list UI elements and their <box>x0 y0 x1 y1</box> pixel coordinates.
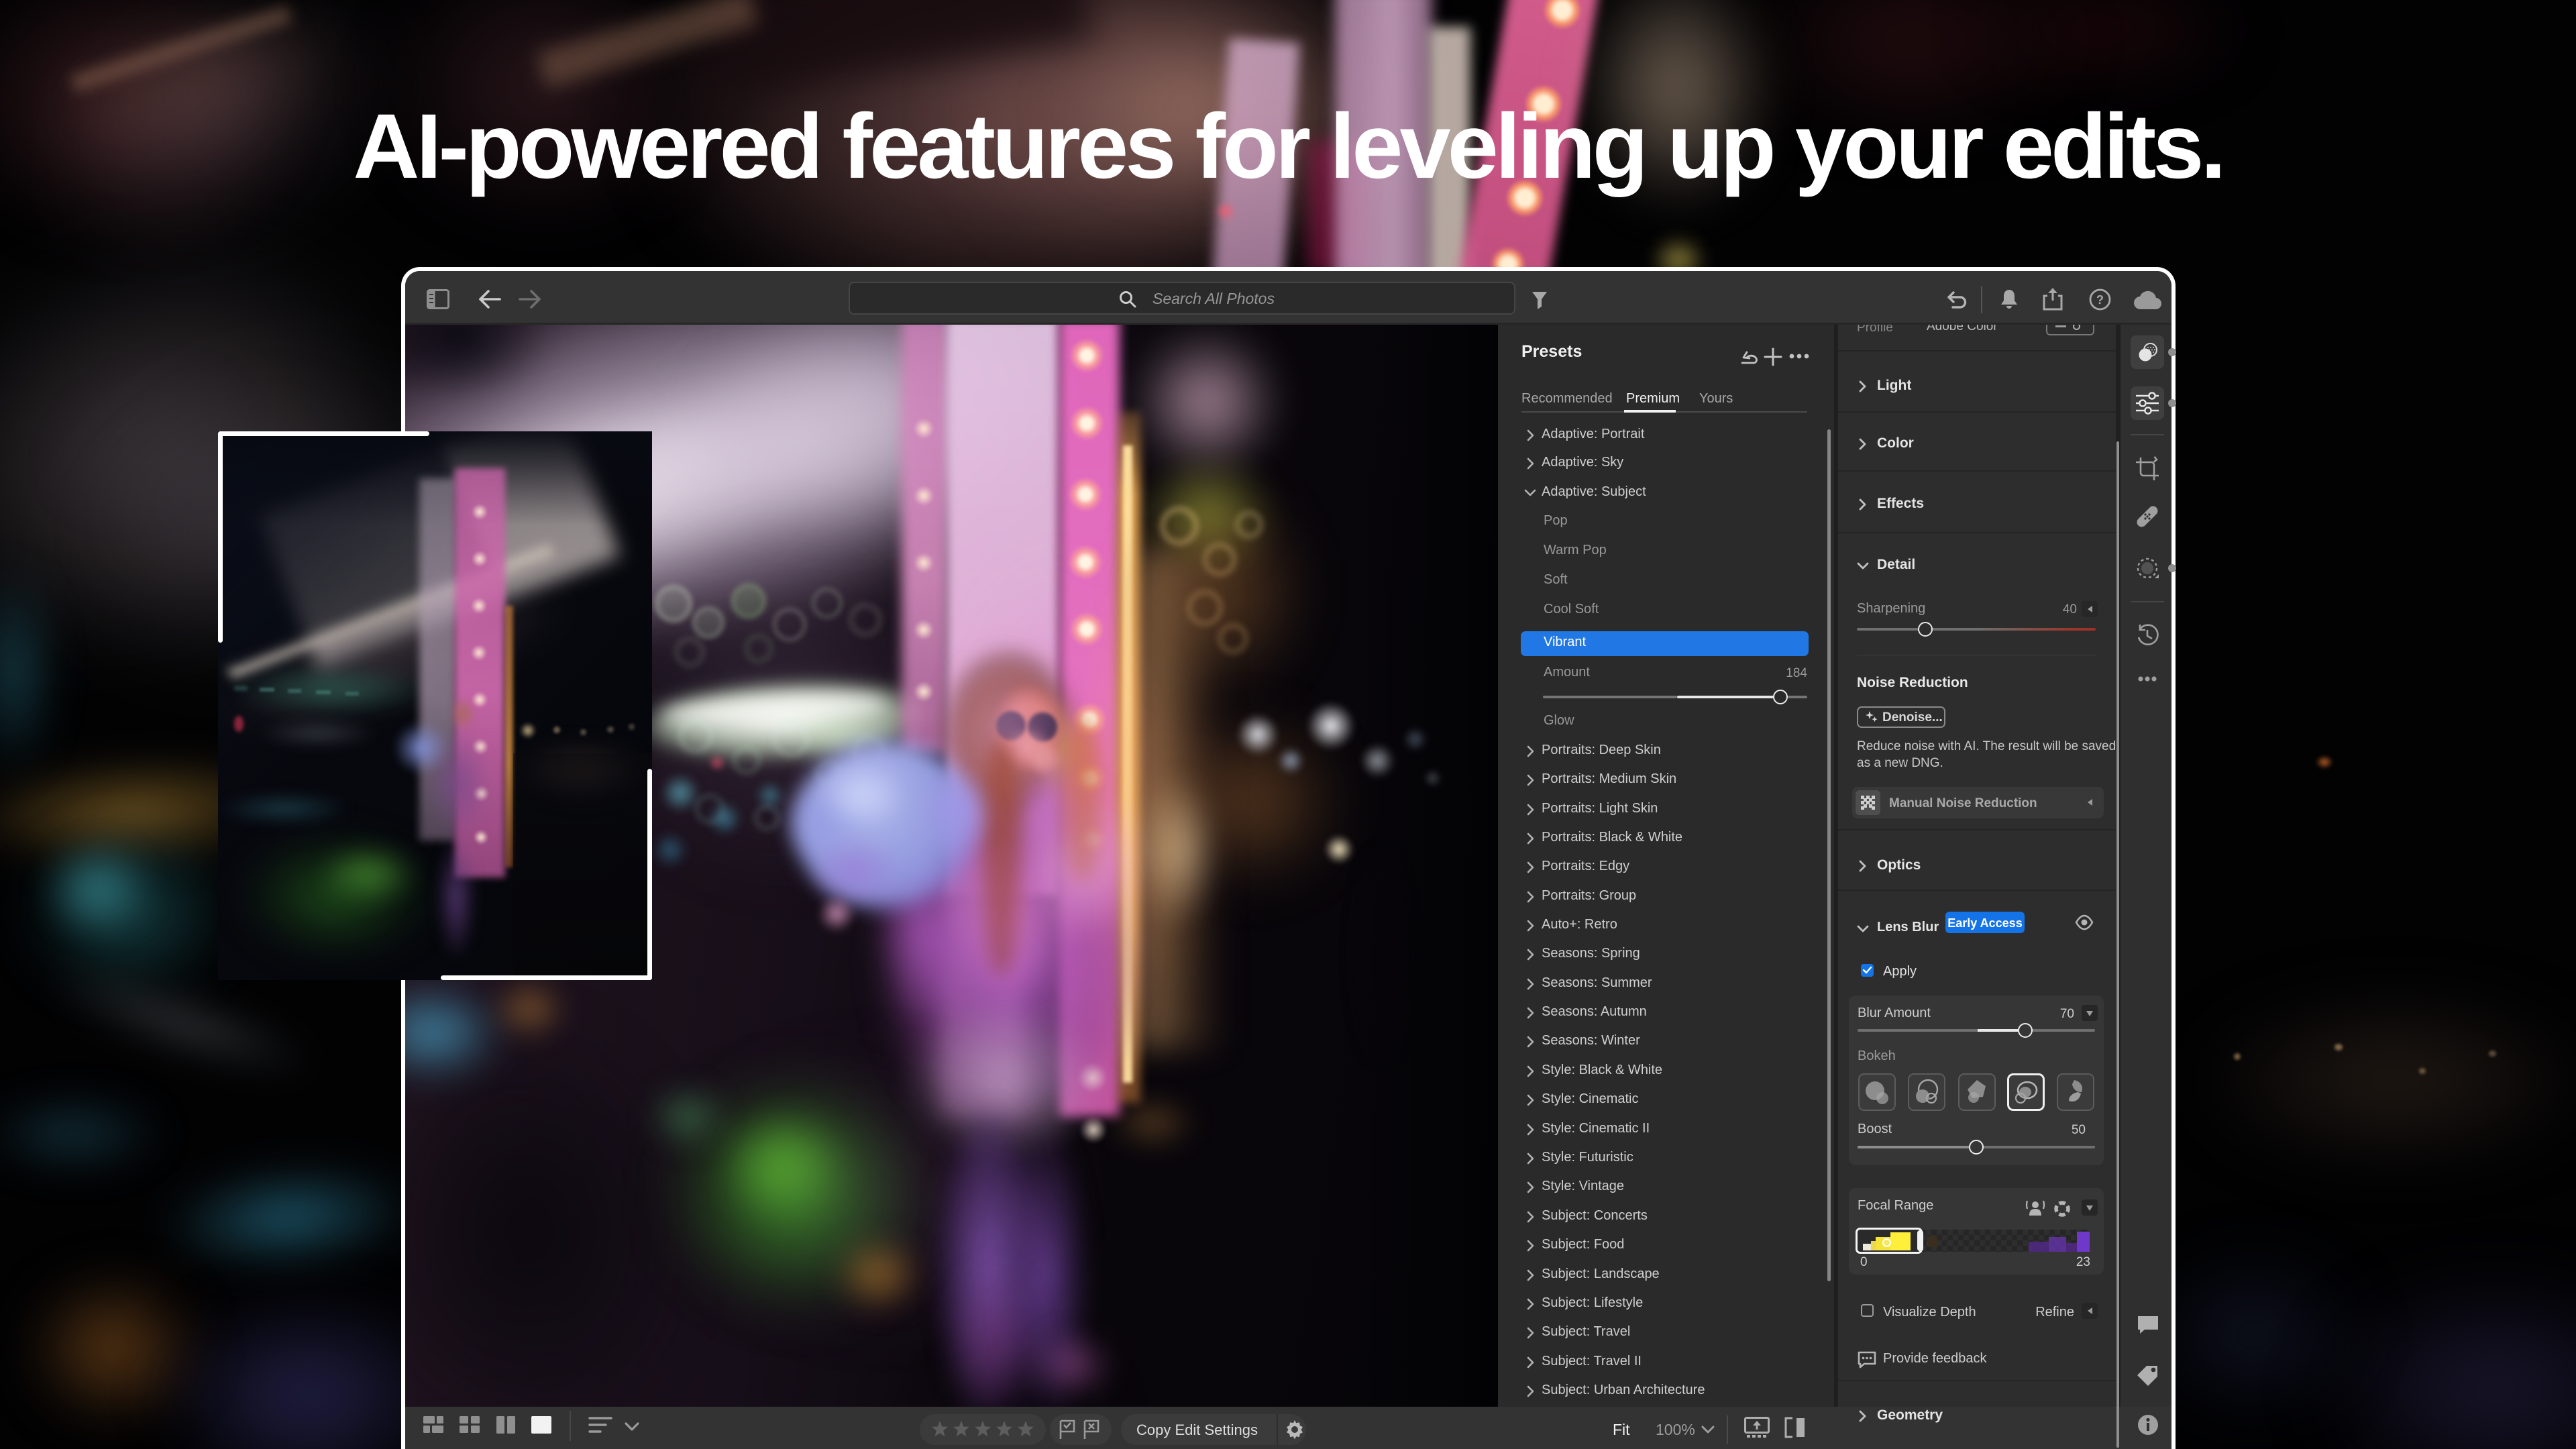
svg-text:?: ? <box>2096 293 2104 307</box>
